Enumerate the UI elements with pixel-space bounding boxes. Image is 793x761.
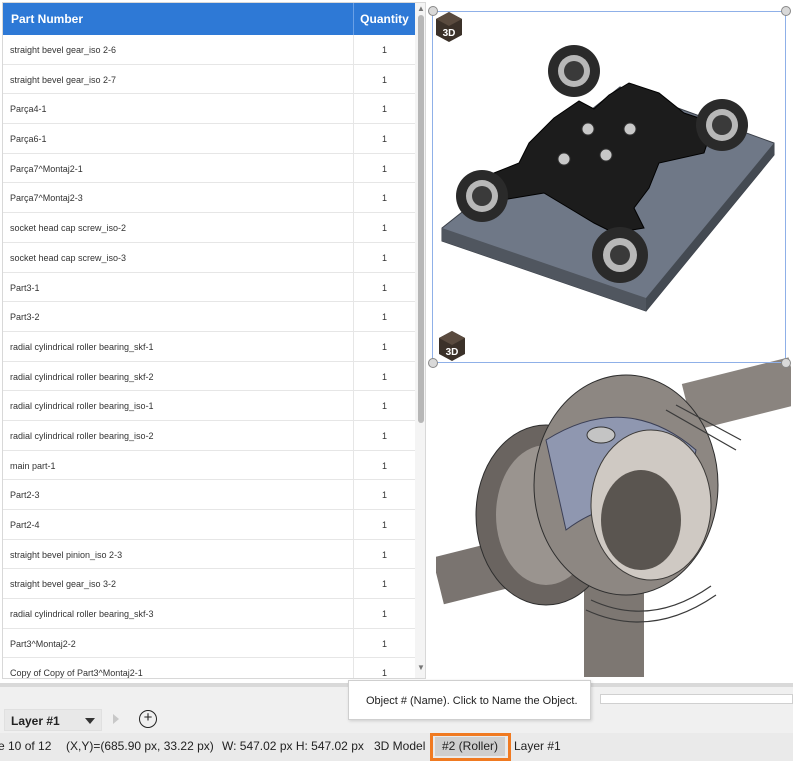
part-number-cell: Parça7^Montaj2-3 [10, 193, 83, 204]
quantity-cell: 1 [353, 569, 415, 599]
quantity-cell: 1 [353, 658, 415, 678]
table-row[interactable]: Parça7^Montaj2-1 1 [3, 153, 415, 184]
part-number-cell: socket head cap screw_iso-2 [10, 223, 127, 234]
part-number-cell: Copy of Copy of Part3^Montaj2-1 [10, 668, 143, 679]
quantity-cell: 1 [353, 213, 415, 243]
table-row[interactable]: Part3-2 1 [3, 302, 415, 332]
part-number-cell: main part-1 [10, 460, 56, 471]
status-coordinates: (X,Y)=(685.90 px, 33.22 px) [66, 739, 214, 753]
object-name-button[interactable]: #2 (Roller) [442, 739, 498, 753]
horizontal-scrollbar[interactable] [600, 694, 793, 704]
part-number-cell: socket head cap screw_iso-3 [10, 252, 127, 263]
table-row[interactable]: socket head cap screw_iso-3 1 [3, 242, 415, 273]
chevron-down-icon [85, 718, 95, 724]
table-row[interactable]: Part2-3 1 [3, 480, 415, 510]
scroll-down-icon[interactable]: ▼ [415, 662, 425, 674]
layer-dropdown[interactable]: Layer #1 [4, 709, 102, 731]
part-number-cell: straight bevel gear_iso 2-6 [10, 45, 117, 55]
table-row[interactable]: Parça4-1 1 [3, 94, 415, 125]
quantity-cell: 1 [353, 599, 415, 629]
scroll-up-icon[interactable]: ▲ [415, 3, 425, 15]
part-number-cell: straight bevel gear_iso 2-7 [10, 74, 117, 85]
quantity-cell: 1 [353, 35, 415, 64]
quantity-cell: 1 [353, 450, 415, 480]
quantity-cell: 1 [353, 420, 415, 450]
part-number-cell: Part2-3 [10, 490, 40, 501]
quantity-cell: 1 [353, 331, 415, 361]
resize-handle-bottom-left[interactable] [428, 358, 438, 368]
table-row[interactable]: main part-1 1 [3, 450, 415, 481]
table-row[interactable]: Copy of Copy of Part3^Montaj2-1 1 [3, 658, 415, 679]
layer-dropdown-value: Layer #1 [11, 714, 60, 728]
table-scrollbar[interactable]: ▲ ▼ [415, 3, 425, 678]
part-number-cell: radial cylindrical roller bearing_skf-1 [10, 341, 154, 352]
table-row[interactable]: straight bevel gear_iso 3-2 1 [3, 569, 415, 600]
quantity-cell: 1 [353, 153, 415, 183]
part-number-cell: straight bevel pinion_iso 2-3 [10, 549, 123, 560]
parts-table[interactable]: Part Number Quantity straight bevel gear… [2, 2, 426, 679]
svg-text:3D: 3D [446, 347, 459, 358]
part-number-cell: Part3-2 [10, 312, 40, 323]
quantity-cell: 1 [353, 510, 415, 539]
quantity-cell: 1 [353, 64, 415, 94]
document-canvas[interactable]: Part Number Quantity straight bevel gear… [0, 0, 793, 683]
quantity-cell: 1 [353, 628, 415, 658]
header-part-number[interactable]: Part Number [11, 12, 83, 26]
quantity-cell: 1 [353, 242, 415, 272]
cube-3d-icon: 3D [436, 12, 462, 42]
status-size: W: 547.02 px H: 547.02 px [222, 739, 364, 753]
table-row[interactable]: socket head cap screw_iso-2 1 [3, 213, 415, 243]
part-number-cell: Parça7^Montaj2-1 [10, 163, 83, 174]
table-row[interactable]: straight bevel gear_iso 2-7 1 [3, 64, 415, 95]
quantity-cell: 1 [353, 272, 415, 302]
cube-3d-icon: 3D [439, 331, 465, 361]
table-row[interactable]: Part2-4 1 [3, 510, 415, 540]
scroll-thumb[interactable] [418, 15, 424, 423]
part-number-cell: Part3-1 [10, 282, 40, 293]
table-row[interactable]: Parça6-1 1 [3, 124, 415, 154]
part-number-cell: straight bevel gear_iso 3-2 [10, 579, 117, 590]
add-layer-button[interactable]: + [139, 710, 157, 728]
resize-handle-top-right[interactable] [781, 6, 791, 16]
status-bar: e 10 of 12 (X,Y)=(685.90 px, 33.22 px) W… [0, 733, 793, 761]
status-layer[interactable]: Layer #1 [514, 739, 561, 753]
model-roller-image[interactable] [436, 340, 791, 677]
table-row[interactable]: straight bevel gear_iso 2-6 1 [3, 35, 415, 65]
selection-box[interactable] [432, 11, 786, 363]
part-number-cell: radial cylindrical roller bearing_iso-2 [10, 430, 154, 441]
status-page[interactable]: e 10 of 12 [0, 739, 51, 753]
resize-handle-bottom-right[interactable] [781, 358, 791, 368]
part-number-cell: radial cylindrical roller bearing_iso-1 [10, 401, 154, 412]
table-rows: straight bevel gear_iso 2-6 1 straight bev… [3, 35, 415, 679]
tooltip: Object # (Name). Click to Name the Objec… [348, 680, 591, 720]
quantity-cell: 1 [353, 183, 415, 213]
table-row[interactable]: straight bevel pinion_iso 2-3 1 [3, 539, 415, 570]
table-row[interactable]: radial cylindrical roller bearing_iso-1 1 [3, 391, 415, 421]
table-row[interactable]: Part3-1 1 [3, 272, 415, 303]
table-header: Part Number Quantity [3, 3, 415, 35]
quantity-cell: 1 [353, 124, 415, 154]
svg-text:3D: 3D [443, 28, 456, 39]
table-row[interactable]: radial cylindrical roller bearing_skf-2 1 [3, 361, 415, 392]
part-number-cell: Part3^Montaj2-2 [10, 638, 76, 649]
status-object-type: 3D Model [374, 739, 426, 753]
quantity-cell: 1 [353, 361, 415, 391]
quantity-cell: 1 [353, 539, 415, 569]
table-row[interactable]: radial cylindrical roller bearing_skf-3 1 [3, 599, 415, 629]
quantity-cell: 1 [353, 94, 415, 124]
table-row[interactable]: radial cylindrical roller bearing_skf-1 1 [3, 331, 415, 362]
header-quantity[interactable]: Quantity [353, 3, 415, 35]
part-number-cell: radial cylindrical roller bearing_skf-3 [10, 609, 154, 620]
part-number-cell: Parça4-1 [10, 104, 47, 115]
part-number-cell: Part2-4 [10, 520, 40, 530]
quantity-cell: 1 [353, 302, 415, 332]
part-number-cell: radial cylindrical roller bearing_skf-2 [10, 371, 154, 382]
quantity-cell: 1 [353, 391, 415, 421]
table-row[interactable]: radial cylindrical roller bearing_iso-2 1 [3, 420, 415, 451]
next-layer-icon[interactable] [113, 714, 119, 724]
part-number-cell: Parça6-1 [10, 134, 47, 145]
table-row[interactable]: Part3^Montaj2-2 1 [3, 628, 415, 659]
quantity-cell: 1 [353, 480, 415, 510]
table-row[interactable]: Parça7^Montaj2-3 1 [3, 183, 415, 214]
